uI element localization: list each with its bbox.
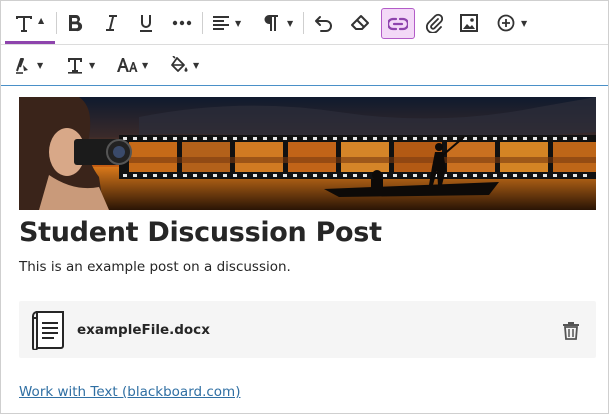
text-color-button[interactable] [11, 53, 35, 77]
fill-bucket-icon [171, 56, 188, 72]
font-size-button[interactable] [114, 53, 140, 77]
text-format-button[interactable] [63, 53, 87, 77]
text-style-caret-icon: ▲ [38, 16, 45, 25]
paperclip-icon [426, 13, 443, 33]
text-color-caret-icon: ▼ [37, 61, 44, 70]
toolbar-separator [56, 12, 57, 34]
align-button[interactable] [209, 9, 233, 37]
pilcrow-icon [264, 15, 278, 31]
insert-content-caret-icon: ▼ [521, 19, 528, 28]
more-icon [172, 20, 192, 26]
document-icon [29, 310, 67, 354]
bold-icon [69, 15, 83, 32]
paragraph-button[interactable] [260, 9, 282, 37]
align-caret-icon: ▼ [235, 19, 242, 28]
rich-text-editor: ▲ ▼ ▼ ▼ ▼ ▼ ▼ ▼ Student Discussion Post … [0, 0, 609, 414]
italic-icon [106, 15, 117, 31]
post-title: Student Discussion Post [19, 217, 382, 248]
link-icon [388, 17, 408, 30]
post-body: This is an example post on a discussion. [19, 259, 291, 275]
attachment-file-name: exampleFile.docx [77, 322, 210, 338]
underline-icon [140, 15, 152, 32]
toolbar-row-secondary: ▼ ▼ ▼ ▼ [1, 45, 608, 86]
underline-button[interactable] [133, 9, 159, 37]
eraser-icon [351, 15, 369, 30]
file-attachment[interactable]: exampleFile.docx [19, 301, 596, 358]
text-format-caret-icon: ▼ [89, 61, 96, 70]
undo-button[interactable] [311, 9, 337, 37]
italic-button[interactable] [98, 9, 124, 37]
image-icon [460, 14, 478, 32]
active-tab-indicator [5, 41, 55, 44]
attach-file-button[interactable] [421, 9, 447, 37]
more-formatting-button[interactable] [168, 9, 196, 37]
toolbar-separator [303, 12, 304, 34]
undo-icon [315, 16, 332, 32]
insert-link-button[interactable] [381, 8, 415, 39]
toolbar-row-primary: ▲ ▼ ▼ ▼ [1, 1, 608, 45]
plus-circle-icon [497, 14, 515, 32]
highlight-caret-icon: ▼ [193, 61, 200, 70]
clear-formatting-button[interactable] [347, 9, 373, 37]
align-left-icon [213, 16, 229, 30]
insert-content-button[interactable] [494, 9, 518, 37]
work-with-text-link[interactable]: Work with Text (blackboard.com) [19, 384, 240, 400]
toolbar-separator [202, 12, 203, 34]
trash-icon[interactable] [562, 320, 580, 344]
highlight-button[interactable] [167, 53, 191, 77]
banner-image [19, 97, 596, 210]
photographer-film-banner-image [19, 97, 596, 210]
text-style-icon [16, 16, 32, 32]
text-style-button[interactable] [9, 9, 39, 37]
paragraph-caret-icon: ▼ [287, 19, 294, 28]
text-format-icon [68, 58, 82, 74]
bold-button[interactable] [62, 9, 88, 37]
pen-color-icon [16, 58, 28, 74]
font-size-icon [117, 58, 138, 72]
font-size-caret-icon: ▼ [142, 61, 149, 70]
insert-image-button[interactable] [456, 9, 482, 37]
